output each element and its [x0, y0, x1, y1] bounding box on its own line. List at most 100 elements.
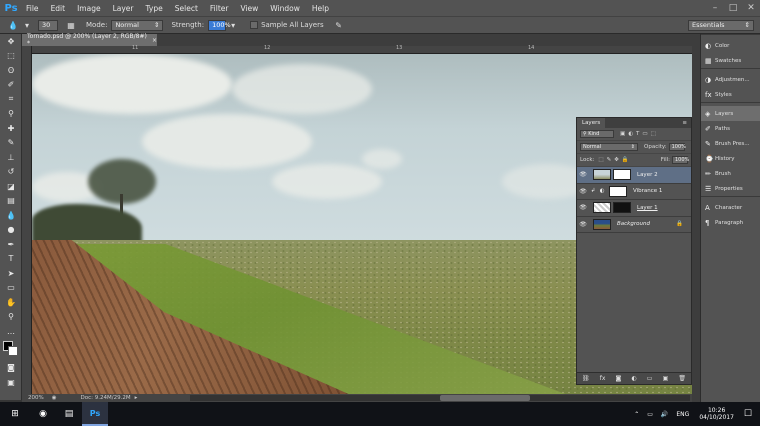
- panel-history[interactable]: ⌚ History: [701, 151, 760, 166]
- menu-help[interactable]: Help: [306, 4, 335, 13]
- type-tool-icon[interactable]: T: [0, 252, 22, 267]
- tab-layers[interactable]: Layers: [577, 118, 606, 128]
- layer-mask-thumbnail[interactable]: [609, 185, 627, 197]
- eraser-tool-icon[interactable]: ◪: [0, 179, 22, 194]
- layer-row-background[interactable]: 👁 Background 🔒: [577, 217, 691, 233]
- stamp-tool-icon[interactable]: ⊥: [0, 150, 22, 165]
- blend-mode-select[interactable]: Normal ⇕: [580, 143, 638, 151]
- lasso-tool-icon[interactable]: ʘ: [0, 63, 22, 78]
- dodge-tool-icon[interactable]: ●: [0, 223, 22, 238]
- strength-dropdown-icon[interactable]: ▾: [226, 19, 240, 31]
- network-icon[interactable]: ▭: [647, 411, 653, 418]
- brush-panel-icon[interactable]: ▦: [64, 19, 78, 31]
- blur-tool-icon[interactable]: 💧: [6, 19, 20, 31]
- menu-edit[interactable]: Edit: [45, 4, 72, 13]
- menu-filter[interactable]: Filter: [204, 4, 235, 13]
- background-color-swatch[interactable]: [8, 345, 18, 356]
- sample-all-layers-checkbox[interactable]: Sample All Layers: [250, 21, 324, 29]
- panel-paths[interactable]: ✐ Paths: [701, 121, 760, 136]
- windows-start-icon[interactable]: ⊞: [0, 402, 30, 426]
- chrome-icon[interactable]: ◉: [30, 402, 56, 426]
- strength-input[interactable]: 100%: [208, 19, 231, 31]
- eye-icon[interactable]: 👁: [577, 171, 589, 178]
- pen-tool-icon[interactable]: ✒: [0, 237, 22, 252]
- photoshop-taskbar-icon[interactable]: Ps: [82, 402, 108, 426]
- new-layer-icon[interactable]: ▣: [663, 375, 669, 382]
- link-layers-icon[interactable]: ⛓: [582, 375, 590, 382]
- move-tool-icon[interactable]: ✥: [0, 34, 22, 49]
- filter-kind-select[interactable]: ⚲ Kind: [580, 130, 614, 138]
- add-mask-icon[interactable]: ◙: [616, 375, 622, 382]
- menu-file[interactable]: File: [20, 4, 45, 13]
- layer-row-layer-1[interactable]: 👁 Layer 1: [577, 200, 691, 217]
- panel-properties[interactable]: ☰ Properties: [701, 181, 760, 196]
- zoom-level[interactable]: 200%: [28, 395, 44, 401]
- panel-adjustments[interactable]: ◑ Adjustmen...: [701, 72, 760, 87]
- panel-styles[interactable]: fx Styles: [701, 87, 760, 102]
- new-group-icon[interactable]: ▭: [647, 375, 653, 382]
- maximize-icon[interactable]: □: [724, 0, 742, 16]
- quick-mask-icon[interactable]: ◙: [0, 361, 22, 376]
- panel-swatches[interactable]: ▦ Swatches: [701, 53, 760, 68]
- menu-image[interactable]: Image: [71, 4, 107, 13]
- lock-icons[interactable]: ⬚✎✥🔒: [598, 157, 631, 163]
- horizontal-scrollbar[interactable]: [190, 395, 690, 401]
- panel-brush[interactable]: ✏ Brush: [701, 166, 760, 181]
- zoom-tool-icon[interactable]: ⚲: [0, 310, 22, 325]
- brush-tool-icon[interactable]: ✎: [0, 136, 22, 151]
- eyedropper-tool-icon[interactable]: ⚲: [0, 107, 22, 122]
- eye-icon[interactable]: 👁: [577, 221, 589, 228]
- eye-icon[interactable]: 👁: [577, 188, 589, 195]
- brush-size-picker[interactable]: 30: [38, 19, 58, 31]
- panel-character[interactable]: A Character: [701, 200, 760, 215]
- fx-icon[interactable]: fx: [600, 375, 606, 382]
- shape-tool-icon[interactable]: ▭: [0, 281, 22, 296]
- blur-tool-icon[interactable]: 💧: [0, 208, 22, 223]
- panel-menu-icon[interactable]: ≡: [682, 120, 687, 126]
- hand-tool-icon[interactable]: ✋: [0, 295, 22, 310]
- healing-tool-icon[interactable]: ✚: [0, 121, 22, 136]
- language-indicator[interactable]: ENG: [676, 411, 689, 418]
- pressure-icon[interactable]: ✎: [332, 19, 346, 31]
- chevron-up-icon[interactable]: ⌃: [634, 411, 639, 418]
- color-swatches[interactable]: [0, 339, 21, 361]
- scrollbar-thumb[interactable]: [440, 395, 530, 401]
- quick-select-tool-icon[interactable]: ✐: [0, 78, 22, 93]
- layer-mask-thumbnail[interactable]: [613, 169, 631, 181]
- file-explorer-icon[interactable]: ▤: [56, 402, 82, 426]
- fill-input[interactable]: 100%: [672, 156, 689, 164]
- clock[interactable]: 10:26 04/10/2017: [699, 407, 734, 421]
- mode-select[interactable]: Normal ⇕: [111, 19, 164, 31]
- panel-layers[interactable]: ◈ Layers: [701, 106, 760, 121]
- menu-layer[interactable]: Layer: [107, 4, 140, 13]
- menu-view[interactable]: View: [234, 4, 264, 13]
- screen-mode-icon[interactable]: ▣: [0, 375, 22, 390]
- minimize-icon[interactable]: –: [706, 0, 724, 16]
- volume-icon[interactable]: 🔊: [661, 411, 668, 418]
- info-icon[interactable]: ◉: [52, 395, 57, 401]
- new-adjustment-icon[interactable]: ◐: [631, 375, 636, 382]
- close-icon[interactable]: ✕: [742, 0, 760, 16]
- crop-tool-icon[interactable]: ⌗: [0, 92, 22, 107]
- gradient-tool-icon[interactable]: ▤: [0, 194, 22, 209]
- chevron-down-icon[interactable]: ▾: [20, 19, 34, 31]
- layer-mask-thumbnail[interactable]: [613, 202, 631, 214]
- menu-select[interactable]: Select: [169, 4, 204, 13]
- panel-paragraph[interactable]: ¶ Paragraph: [701, 215, 760, 230]
- history-brush-tool-icon[interactable]: ↺: [0, 165, 22, 180]
- more-tools-icon[interactable]: …: [0, 324, 22, 339]
- menu-window[interactable]: Window: [264, 4, 306, 13]
- menu-type[interactable]: Type: [140, 4, 169, 13]
- delete-layer-icon[interactable]: 🗑: [678, 375, 686, 382]
- eye-icon[interactable]: 👁: [577, 204, 589, 211]
- layer-row-vibrance-1[interactable]: 👁 ↲ ◐ Vibrance 1: [577, 184, 691, 200]
- close-tab-icon[interactable]: ×: [152, 37, 157, 44]
- marquee-tool-icon[interactable]: ⬚: [0, 49, 22, 64]
- status-menu-icon[interactable]: ▸: [135, 395, 138, 401]
- workspace-select[interactable]: Essentials ⇕: [688, 19, 754, 31]
- panel-color[interactable]: ◐ Color: [701, 38, 760, 53]
- opacity-input[interactable]: 100%: [668, 143, 686, 151]
- notifications-icon[interactable]: ☐: [744, 409, 752, 419]
- path-select-tool-icon[interactable]: ➤: [0, 266, 22, 281]
- filter-type-icons[interactable]: ▣◐T▭⬚: [620, 131, 659, 137]
